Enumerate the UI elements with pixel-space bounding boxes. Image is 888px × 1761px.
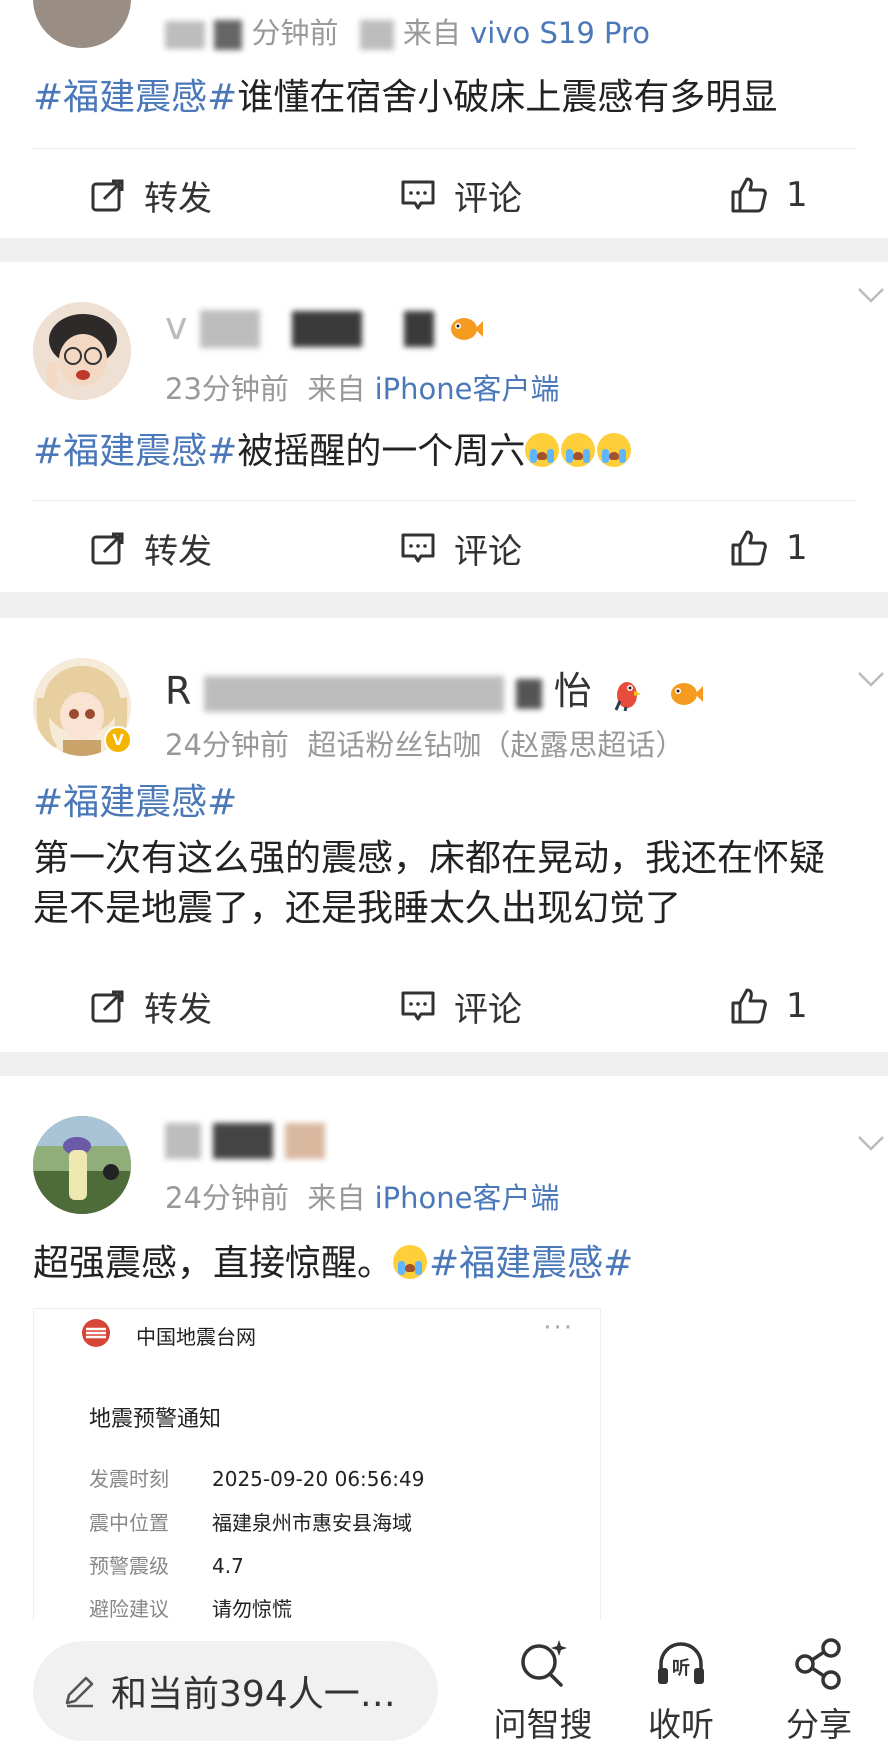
like-button[interactable]: 1 xyxy=(730,976,808,1036)
user-name[interactable] xyxy=(165,1116,326,1160)
post-actions: 转发 评论 1 xyxy=(0,518,888,578)
chevron-down-icon[interactable] xyxy=(856,664,886,694)
avatar[interactable] xyxy=(33,302,131,400)
crying-emoji-icon xyxy=(525,431,633,472)
avatar[interactable] xyxy=(33,1116,131,1214)
post-card: v 23分钟前 来自 iPhone客户端 #福建震感#被摇醒的一个周六 转发 评… xyxy=(0,262,888,592)
user-name[interactable]: R 怡 xyxy=(165,660,704,715)
crying-emoji-icon xyxy=(393,1245,428,1279)
repost-button[interactable]: 转发 xyxy=(90,165,212,225)
post-meta: 24分钟前 来自 iPhone客户端 xyxy=(165,1181,560,1215)
comment-button[interactable]: 评论 xyxy=(400,165,522,225)
topic-tag[interactable]: #福建震感# xyxy=(33,778,888,828)
weibo-feed: 分钟前 来自 vivo S19 Pro #福建震感#谁懂在宿舍小破床上震感有多明… xyxy=(0,0,888,1761)
post-source: iPhone客户端 xyxy=(374,372,560,406)
post-text: #福建震感# 第一次有这么强的震感，床都在晃动，我还在怀疑 是不是地震了，还是我… xyxy=(33,778,888,934)
post-card: V R 怡 24分钟前 超话粉丝钻咖（赵露思超话） #福建震感# 第一次有这么强… xyxy=(0,618,888,1052)
repost-icon xyxy=(91,532,124,565)
notice-source: 中国地震台网 xyxy=(136,1325,256,1349)
like-count: 1 xyxy=(786,528,808,568)
fish-badge-icon xyxy=(670,682,703,705)
nav-share[interactable]: 分享 xyxy=(754,1636,884,1746)
parrot-badge-icon xyxy=(614,681,641,711)
like-button[interactable]: 1 xyxy=(730,518,808,578)
smart-search-icon xyxy=(521,1640,567,1687)
post-meta: 24分钟前 超话粉丝钻咖（赵露思超话） xyxy=(165,728,685,762)
topic-tag[interactable]: #福建震感# xyxy=(429,1243,633,1284)
earthquake-notice-image[interactable]: 中国地震台网 ··· 地震预警通知 发震时刻 2025-09-20 06:56:4… xyxy=(33,1308,601,1638)
thumbs-up-icon xyxy=(731,177,767,213)
post-source: vivo S19 Pro xyxy=(470,16,651,50)
listen-icon: 听 xyxy=(658,1642,704,1684)
post-text: #福建震感#谁懂在宿舍小破床上震感有多明显 xyxy=(33,77,778,118)
notice-row: 避险建议 请勿惊慌 xyxy=(89,1597,292,1621)
post-text: 超强震感，直接惊醒。 #福建震感# xyxy=(33,1243,634,1284)
repost-button[interactable]: 转发 xyxy=(90,518,212,578)
comment-button[interactable]: 评论 xyxy=(400,976,522,1036)
divider xyxy=(33,500,855,501)
comment-button[interactable]: 评论 xyxy=(400,518,522,578)
chevron-down-icon[interactable] xyxy=(856,1128,886,1158)
topic-tag[interactable]: #福建震感# xyxy=(33,431,237,472)
nav-smart-search[interactable]: 问智搜 xyxy=(478,1636,608,1746)
like-count: 1 xyxy=(786,175,808,215)
comment-icon xyxy=(401,533,435,563)
post-card: 分钟前 来自 vivo S19 Pro #福建震感#谁懂在宿舍小破床上震感有多明… xyxy=(0,0,888,238)
notice-row: 发震时刻 2025-09-20 06:56:49 xyxy=(89,1467,425,1491)
thumbs-up-icon xyxy=(731,530,767,566)
notice-title: 地震预警通知 xyxy=(89,1407,222,1432)
fish-badge-icon xyxy=(450,317,483,340)
comment-icon xyxy=(401,180,435,210)
post-meta: 23分钟前 来自 iPhone客户端 xyxy=(165,372,560,406)
repost-icon xyxy=(91,179,124,212)
share-icon xyxy=(795,1638,841,1690)
notice-row: 预警震级 4.7 xyxy=(89,1554,244,1578)
post-actions: 转发 评论 1 xyxy=(0,165,888,225)
bottom-bar: 和当前394人一… 问智搜 听 收听 分享 xyxy=(0,1620,888,1761)
comment-icon xyxy=(401,991,435,1021)
user-name[interactable]: v xyxy=(165,304,484,348)
verified-badge-icon: V xyxy=(104,726,132,754)
like-button[interactable]: 1 xyxy=(730,165,808,225)
more-icon[interactable]: ··· xyxy=(543,1313,574,1343)
comment-input[interactable]: 和当前394人一… xyxy=(33,1641,438,1741)
topic-tag[interactable]: #福建震感# xyxy=(33,77,237,118)
post-actions: 转发 评论 1 xyxy=(0,976,888,1036)
svg-text:听: 听 xyxy=(672,1657,690,1679)
thumbs-up-icon xyxy=(731,988,767,1024)
repost-button[interactable]: 转发 xyxy=(90,976,212,1036)
post-source: iPhone客户端 xyxy=(374,1181,560,1215)
nav-listen[interactable]: 听 收听 xyxy=(616,1636,746,1746)
post-meta: 分钟前 来自 vivo S19 Pro xyxy=(165,10,650,52)
cenc-logo xyxy=(82,1319,110,1347)
post-text: #福建震感#被摇醒的一个周六 xyxy=(33,427,888,477)
pencil-icon xyxy=(65,1676,94,1708)
repost-icon xyxy=(91,990,124,1023)
chevron-down-icon[interactable] xyxy=(856,280,886,310)
notice-row: 震中位置 福建泉州市惠安县海域 xyxy=(89,1511,412,1535)
like-count: 1 xyxy=(786,986,808,1026)
divider xyxy=(33,148,855,149)
avatar[interactable] xyxy=(33,0,131,48)
